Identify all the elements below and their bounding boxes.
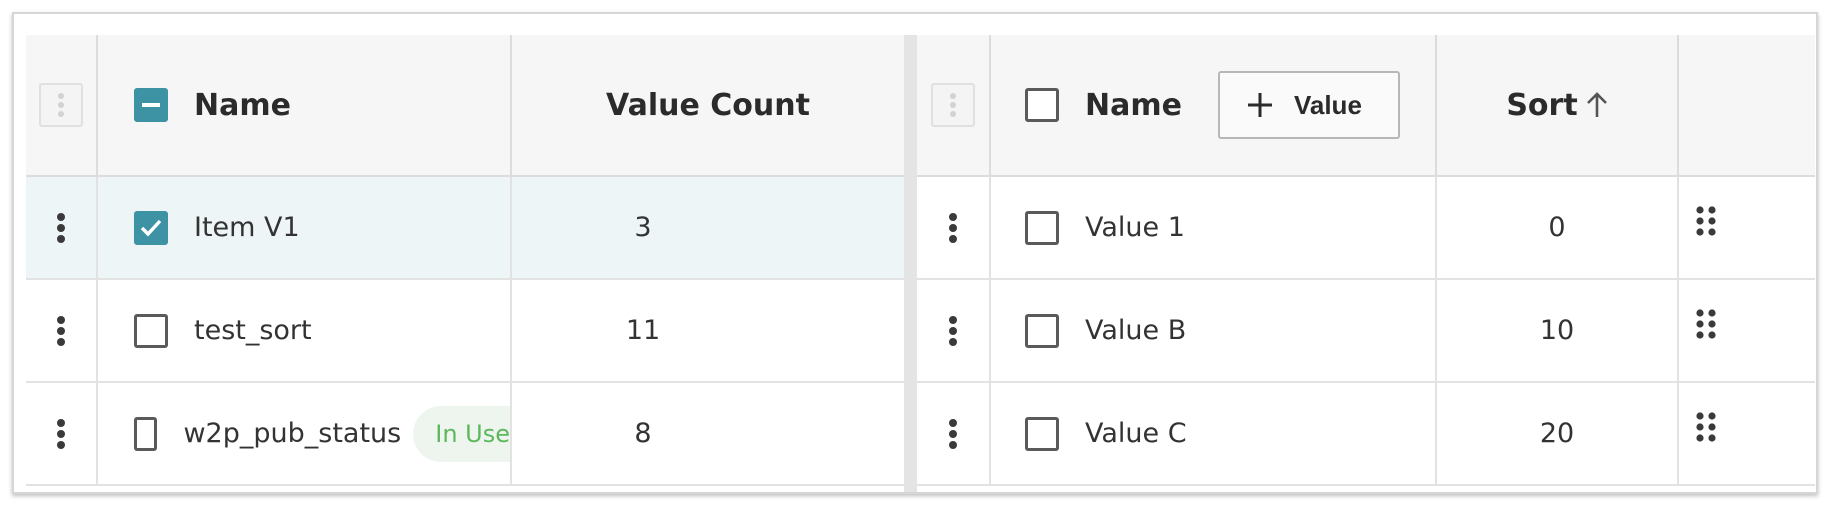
value-count-text: 3 — [634, 212, 652, 243]
row-name: test_sort — [194, 315, 312, 346]
grip-dots-icon — [1696, 412, 1716, 442]
table-row[interactable]: Item V1 3 — [26, 177, 904, 280]
row-sort-cell: 10 — [1437, 280, 1677, 381]
row-name: Value C — [1085, 418, 1187, 449]
select-all-checkbox[interactable] — [134, 88, 168, 122]
table-row[interactable]: Value B 10 — [917, 280, 1815, 383]
row-menu-cell — [26, 383, 96, 484]
row-value-count: 3 — [512, 177, 774, 278]
row-menu-button[interactable] — [56, 418, 66, 450]
table-row[interactable]: Value C 20 — [917, 383, 1815, 486]
row-value-count: 11 — [512, 280, 774, 381]
row-name-cell: Value 1 — [1025, 177, 1435, 278]
kebab-menu-icon — [949, 418, 957, 449]
row-menu-button[interactable] — [56, 315, 66, 347]
row-name-cell: test_sort — [134, 280, 510, 381]
value-count-text: 11 — [625, 315, 661, 346]
row-drag-handle[interactable] — [1695, 411, 1717, 443]
column-header-value-count[interactable]: Value Count — [606, 88, 810, 123]
row-checkbox[interactable] — [134, 210, 168, 245]
row-name: Value 1 — [1085, 212, 1185, 243]
sort-value: 20 — [1539, 418, 1575, 449]
select-all-checkbox[interactable] — [1025, 88, 1059, 122]
row-name: Item V1 — [194, 212, 300, 243]
row-name-cell: Value B — [1025, 280, 1435, 381]
checkmark-icon — [140, 219, 162, 236]
kebab-menu-icon — [57, 315, 65, 346]
table-row[interactable]: test_sort 11 — [26, 280, 904, 383]
row-menu-button[interactable] — [948, 212, 958, 244]
row-sort-cell: 0 — [1437, 177, 1677, 278]
row-value-count: 8 — [512, 383, 774, 484]
row-checkbox[interactable] — [1025, 416, 1059, 451]
row-name-cell: Value C — [1025, 383, 1435, 484]
header-name-cell: Name Value — [1025, 35, 1435, 175]
row-checkbox[interactable] — [1025, 313, 1059, 348]
column-header-name[interactable]: Name — [194, 88, 291, 123]
row-menu-cell — [26, 177, 96, 278]
row-drag-cell — [1695, 177, 1735, 278]
values-table-header: Name Value Sort — [917, 35, 1815, 177]
table-row[interactable]: w2p_pub_status In Use 8 — [26, 383, 904, 486]
status-badge: In Use — [413, 405, 510, 462]
row-checkbox[interactable] — [134, 313, 168, 348]
row-menu-button[interactable] — [948, 418, 958, 450]
header-sort-cell: Sort — [1437, 35, 1677, 175]
row-drag-cell — [1695, 280, 1735, 381]
panel-splitter[interactable] — [904, 35, 917, 492]
plus-icon — [1247, 93, 1272, 117]
table-row[interactable]: Value 1 0 — [917, 177, 1815, 280]
row-name-cell: w2p_pub_status In Use — [134, 383, 510, 484]
row-menu-cell — [917, 177, 989, 278]
items-table-header: Name Value Count — [26, 35, 904, 177]
row-checkbox[interactable] — [134, 416, 158, 451]
row-menu-cell — [917, 280, 989, 381]
sort-value: 10 — [1539, 315, 1575, 346]
row-name-cell: Item V1 — [134, 177, 510, 278]
items-table: Name Value Count Item V1 3 test_sort 11 w2p_… — [26, 35, 904, 492]
row-menu-cell — [917, 383, 989, 484]
values-table: Name Value Sort Value 1 0 Value B 10 Value C… — [917, 35, 1815, 492]
header-drag-cell — [26, 35, 96, 175]
row-drag-handle[interactable] — [1695, 205, 1717, 237]
grip-dots-icon — [1696, 309, 1716, 339]
kebab-menu-icon — [57, 418, 65, 449]
row-name: w2p_pub_status — [183, 418, 402, 449]
row-name: Value B — [1085, 315, 1187, 346]
column-menu-handle[interactable] — [39, 83, 83, 127]
row-drag-handle[interactable] — [1695, 308, 1717, 340]
sort-value: 0 — [1548, 212, 1566, 243]
column-menu-handle[interactable] — [931, 83, 975, 127]
kebab-menu-icon — [57, 212, 65, 243]
add-value-label: Value — [1293, 89, 1362, 120]
header-value-count-cell: Value Count — [512, 35, 904, 175]
window-frame: Name Value Count Item V1 3 test_sort 11 w2p_… — [12, 12, 1818, 494]
row-menu-button[interactable] — [948, 315, 958, 347]
row-sort-cell: 20 — [1437, 383, 1677, 484]
minus-icon — [142, 103, 160, 107]
grip-dots-icon — [1696, 206, 1716, 236]
row-menu-cell — [26, 280, 96, 381]
column-header-name[interactable]: Name — [1085, 88, 1182, 123]
header-drag-cell — [917, 35, 989, 175]
add-value-button[interactable]: Value — [1217, 71, 1400, 139]
header-name-cell: Name — [134, 35, 514, 175]
column-header-sort[interactable]: Sort — [1506, 88, 1577, 123]
kebab-menu-icon — [58, 93, 64, 117]
row-checkbox[interactable] — [1025, 210, 1059, 245]
kebab-menu-icon — [949, 315, 957, 346]
row-menu-button[interactable] — [56, 212, 66, 244]
kebab-menu-icon — [950, 93, 956, 117]
value-count-text: 8 — [634, 418, 652, 449]
kebab-menu-icon — [949, 212, 957, 243]
arrow-up-icon[interactable] — [1586, 92, 1608, 118]
row-drag-cell — [1695, 383, 1735, 484]
